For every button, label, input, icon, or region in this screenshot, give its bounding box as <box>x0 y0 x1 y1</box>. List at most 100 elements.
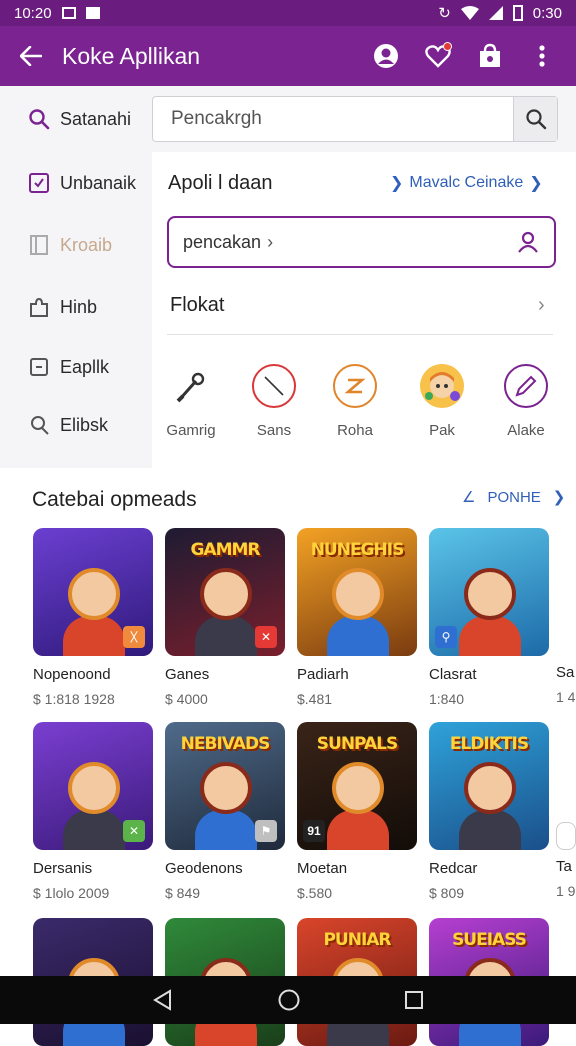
search-bar[interactable]: Pencakrgh <box>152 96 558 142</box>
list-row-title[interactable]: Flokat <box>170 294 224 317</box>
character-art <box>464 762 516 814</box>
sidebar: Satanahi Unbanaik Kroaib Hinb Eapllk Eli… <box>0 86 150 468</box>
app-card-partial[interactable]: Ta 1 9 <box>556 822 576 899</box>
app-thumbnail: ✕ <box>33 722 153 850</box>
sidebar-item-label: Satanahi <box>60 108 132 129</box>
app-card[interactable]: NUNEGHIS Padiarh $.481 <box>297 528 417 707</box>
sidebar-item-unbanaik[interactable]: Unbanaik <box>28 172 136 194</box>
section-title: Apoli l daan <box>168 172 273 194</box>
home-nav-button[interactable] <box>277 988 301 1012</box>
category-label: Pak <box>429 422 455 439</box>
app-card[interactable]: ✕ Dersanis $ 1lolo 2009 <box>33 722 153 901</box>
wifi-icon <box>460 6 479 20</box>
app-logo-text: SUEIASS <box>452 930 527 950</box>
app-card[interactable]: ⚲ Clasrat 1:840 <box>429 528 549 707</box>
character-body-art <box>63 810 125 850</box>
divider <box>167 334 553 335</box>
character-body-art <box>195 616 257 656</box>
search-icon <box>29 109 50 130</box>
section-link-label: Mavalc Ceinake <box>409 174 524 191</box>
character-art <box>200 762 252 814</box>
chevron-right-icon: ❯ <box>390 175 404 192</box>
sidebar-item-kroaib[interactable]: Kroaib <box>28 234 112 256</box>
user-search-icon <box>518 231 538 253</box>
favorites-button[interactable] <box>422 40 454 72</box>
app-name: Moetan <box>297 860 348 877</box>
status-time: 10:20 <box>14 4 52 22</box>
category-gaming[interactable]: Gamrig <box>156 364 226 439</box>
chevron-right-icon[interactable]: › <box>538 294 545 317</box>
app-bar: Koke Apllikan <box>0 26 576 86</box>
app-logo-text: SUNPALS <box>316 734 398 754</box>
box-icon <box>30 358 48 376</box>
apps-section-link[interactable]: ∠ PONHE ❯ <box>462 488 566 507</box>
character-art <box>332 762 384 814</box>
category-label: Sans <box>256 422 292 439</box>
category-pak[interactable]: Pak <box>407 364 477 439</box>
search-input[interactable]: Pencakrgh <box>153 108 513 130</box>
back-nav-button[interactable] <box>152 989 174 1011</box>
signal-icon <box>488 6 503 20</box>
book-icon <box>30 235 48 255</box>
search-field[interactable]: pencakan › <box>167 216 556 268</box>
back-button[interactable] <box>0 46 62 66</box>
search-button[interactable] <box>513 97 557 141</box>
app-badge-icon: ✕ <box>255 626 277 648</box>
user-icon <box>374 44 398 68</box>
character-body-art <box>459 616 521 656</box>
app-thumbnail: ELDIKTIS <box>429 722 549 850</box>
app-thumbnail: ᚷ <box>33 528 153 656</box>
app-card[interactable]: GAMMR ✕ Ganes $ 4000 <box>165 528 285 707</box>
chevron-right-icon: ❯ <box>552 489 566 506</box>
category-label: Roha <box>337 422 373 439</box>
app-price: $ 1:818 1928 <box>33 691 115 707</box>
puzzle-icon <box>30 297 48 317</box>
app-badge-icon: ⚑ <box>255 820 277 842</box>
chevron-right-icon: ❯ <box>529 175 543 192</box>
app-price: 1:840 <box>429 691 465 707</box>
character-body-art <box>327 616 389 656</box>
profile-button[interactable] <box>370 40 402 72</box>
status-bar: 10:20 ↻ 0:30 <box>0 0 576 26</box>
arrow-left-icon <box>20 46 42 66</box>
app-card[interactable]: SUNPALS 91 Moetan $.580 <box>297 722 417 901</box>
app-card[interactable]: NEBIVADS ⚑ Geodenons $ 849 <box>165 722 285 901</box>
notification-icon-2 <box>85 7 100 19</box>
app-price: 1 9 <box>556 883 576 899</box>
app-name: Dersanis <box>33 860 93 877</box>
sidebar-item-elibsk[interactable]: Elibsk <box>28 414 108 436</box>
character-art <box>68 568 120 620</box>
sidebar-item-label: Elibsk <box>60 414 109 435</box>
page-title: Koke Apllikan <box>62 42 201 69</box>
app-thumbnail: ⚲ <box>429 528 549 656</box>
sidebar-item-hinb[interactable]: Hinb <box>28 296 97 318</box>
category-alake[interactable]: Alake <box>491 364 561 439</box>
category-sans[interactable]: Sans <box>239 364 309 439</box>
app-name: Redcar <box>429 860 478 877</box>
navigation-bar <box>0 976 576 1024</box>
more-button[interactable] <box>526 40 558 72</box>
app-name: Nopenoond <box>33 666 111 683</box>
app-thumbnail: NUNEGHIS <box>297 528 417 656</box>
app-card[interactable]: ELDIKTIS Redcar $ 809 <box>429 722 549 901</box>
battery-icon <box>512 5 523 21</box>
apps-section-link-label: PONHE <box>487 488 541 506</box>
location-icon <box>31 416 49 435</box>
character-art <box>332 568 384 620</box>
recents-nav-button[interactable] <box>404 990 424 1010</box>
app-card[interactable]: ᚷ Nopenoond $ 1:818 1928 <box>33 528 153 707</box>
category-label: Alake <box>507 422 545 439</box>
notification-dot <box>443 42 452 51</box>
sidebar-item-label: Hinb <box>60 296 98 317</box>
status-time-right: 0:30 <box>532 4 562 22</box>
section-link[interactable]: ❯ Mavalc Ceinake ❯ <box>390 173 543 193</box>
apps-section-title: Catebai opmeads <box>32 488 197 511</box>
app-card-partial[interactable]: Sa 1 4 <box>556 664 576 705</box>
sidebar-item-eapllk[interactable]: Eapllk <box>28 356 109 378</box>
sidebar-item-search[interactable]: Satanahi <box>28 108 131 130</box>
sidebar-item-label: Unbanaik <box>60 172 137 193</box>
category-roha[interactable]: Roha <box>320 364 390 439</box>
store-button[interactable] <box>474 40 506 72</box>
app-logo-text: PUNIAR <box>323 930 391 950</box>
app-price: $ 4000 <box>165 691 208 707</box>
